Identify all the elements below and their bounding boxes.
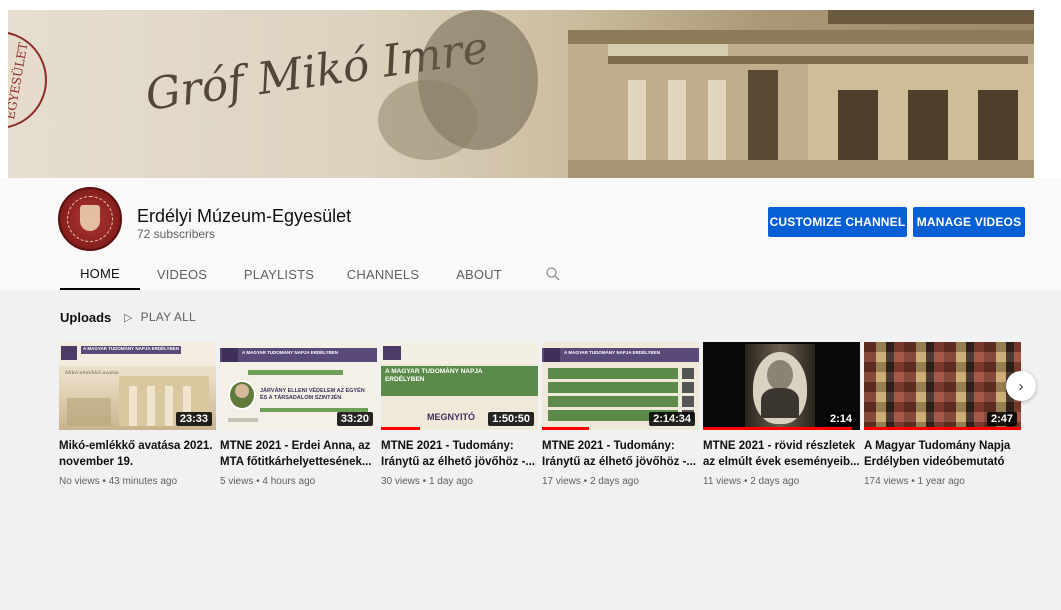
video-duration: 33:20	[336, 412, 373, 426]
uploads-title[interactable]: Uploads	[60, 310, 111, 325]
customize-channel-button[interactable]: CUSTOMIZE CHANNEL	[768, 207, 907, 237]
video-thumbnail[interactable]: 2:14	[703, 342, 860, 430]
play-icon: ▷	[124, 311, 133, 324]
video-duration: 2:14:34	[649, 412, 695, 426]
thumb-subtitle: JÁRVÁNY ELLENI VÉDELEM AZ EGYÉN ÉS A TÁR…	[260, 388, 365, 401]
watch-progress-bar	[864, 427, 1021, 430]
video-card[interactable]: A MAGYAR TUDOMÁNY NAPJA ERDÉLYBEN Mikó-e…	[59, 342, 216, 487]
video-meta: 17 views • 2 days ago	[542, 476, 639, 487]
video-meta: 5 views • 4 hours ago	[220, 476, 316, 487]
search-icon[interactable]	[541, 258, 565, 290]
video-card[interactable]: A MAGYAR TUDOMÁNY NAPJA ERDÉLYBEN 2:14:3…	[542, 342, 699, 487]
video-duration: 1:50:50	[488, 412, 534, 426]
video-meta: 11 views • 2 days ago	[703, 476, 800, 487]
play-all-button[interactable]: ▷ PLAY ALL	[124, 310, 196, 324]
chevron-right-icon[interactable]: ›	[1006, 371, 1036, 401]
video-card[interactable]: 2:47 A Magyar Tudomány Napja Erdélyben v…	[864, 342, 1021, 487]
video-title[interactable]: Mikó-emlékkő avatása 2021. november 19.	[59, 438, 216, 470]
avatar-crest-icon	[80, 205, 100, 231]
video-thumbnail[interactable]: A MAGYAR TUDOMÁNY NAPJA ERDÉLYBEN Mikó-e…	[59, 342, 216, 430]
watch-progress-bar	[703, 427, 852, 430]
video-title[interactable]: MTNE 2021 - Tudomány: Iránytű az élhető …	[542, 438, 699, 470]
video-thumbnail[interactable]: A MAGYAR TUDOMÁNY NAPJA ERDÉLYBEN 2:14:3…	[542, 342, 699, 430]
video-thumbnail[interactable]: A MAGYAR TUDOMÁNY NAPJA ERDÉLYBEN JÁRVÁN…	[220, 342, 377, 430]
video-card[interactable]: 2:14 MTNE 2021 - rövid részletek az elmú…	[703, 342, 860, 487]
video-card[interactable]: A MAGYAR TUDOMÁNY NAPJA ERDÉLYBEN MEGNYI…	[381, 342, 538, 487]
banner-artwork: EGYESÜLET Gróf Mikó Imre	[8, 10, 1034, 178]
video-meta: 30 views • 1 day ago	[381, 476, 473, 487]
video-duration: 23:33	[175, 412, 212, 426]
video-duration: 2:14	[825, 412, 856, 426]
play-all-label: PLAY ALL	[140, 310, 196, 324]
channel-avatar[interactable]	[58, 187, 122, 251]
subscriber-count: 72 subscribers	[137, 227, 216, 241]
channel-name: Erdélyi Múzeum-Egyesület	[137, 206, 352, 226]
video-thumbnail[interactable]: 2:47	[864, 342, 1021, 430]
video-title[interactable]: MTNE 2021 - Erdei Anna, az MTA főtitkárh…	[220, 438, 377, 470]
tab-playlists[interactable]: PLAYLISTS	[238, 258, 320, 290]
channel-banner: EGYESÜLET Gróf Mikó Imre	[8, 10, 1034, 178]
video-meta: 174 views • 1 year ago	[864, 476, 965, 487]
tab-about[interactable]: ABOUT	[450, 258, 508, 290]
search-icon-glyph	[546, 267, 560, 281]
tab-videos[interactable]: VIDEOS	[148, 258, 216, 290]
thumb-subtitle: Mikó-emlékkő avatás	[65, 370, 119, 376]
video-title[interactable]: MTNE 2021 - Tudomány: Iránytű az élhető …	[381, 438, 538, 470]
video-thumbnail[interactable]: A MAGYAR TUDOMÁNY NAPJA ERDÉLYBEN MEGNYI…	[381, 342, 538, 430]
thumb-heading: A MAGYAR TUDOMÁNY NAPJA ERDÉLYBEN	[385, 368, 483, 383]
thumb-heading: A MAGYAR TUDOMÁNY NAPJA ERDÉLYBEN	[83, 346, 180, 351]
video-title[interactable]: A Magyar Tudomány Napja Erdélyben videób…	[864, 438, 1021, 470]
tab-home[interactable]: HOME	[60, 258, 140, 290]
video-title[interactable]: MTNE 2021 - rövid részletek az elmúlt év…	[703, 438, 860, 470]
video-duration: 2:47	[986, 412, 1017, 426]
video-meta: No views • 43 minutes ago	[59, 476, 178, 487]
video-card[interactable]: A MAGYAR TUDOMÁNY NAPJA ERDÉLYBEN JÁRVÁN…	[220, 342, 377, 487]
watch-progress-bar	[542, 427, 589, 430]
thumb-subtitle: MEGNYITÓ	[427, 412, 476, 422]
thumb-heading: A MAGYAR TUDOMÁNY NAPJA ERDÉLYBEN	[564, 350, 661, 355]
tab-channels[interactable]: CHANNELS	[344, 258, 422, 290]
manage-videos-button[interactable]: MANAGE VIDEOS	[913, 207, 1025, 237]
thumb-heading: A MAGYAR TUDOMÁNY NAPJA ERDÉLYBEN	[242, 350, 339, 355]
watch-progress-bar	[381, 427, 420, 430]
